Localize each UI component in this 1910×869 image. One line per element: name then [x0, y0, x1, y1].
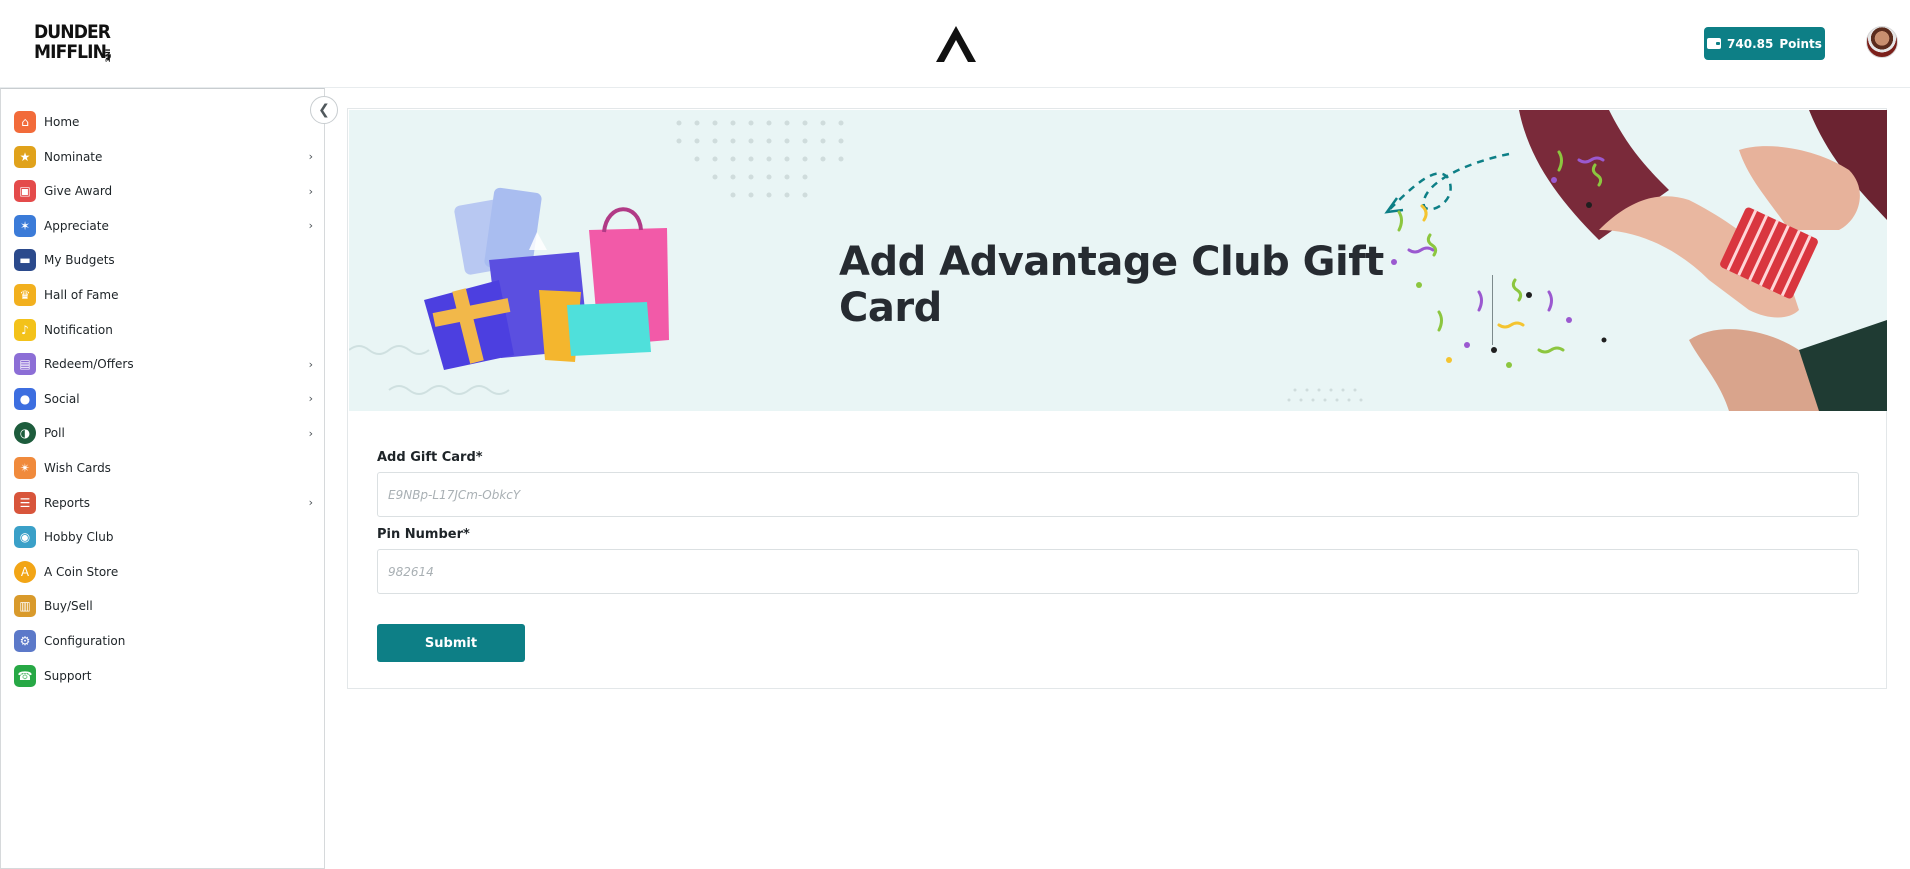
wallet-icon: ▬ [14, 249, 36, 272]
sidebar-item-my-budgets[interactable]: ▬ My Budgets [14, 246, 319, 274]
sidebar-item-label: Social [44, 391, 80, 406]
chevron-right-icon: › [308, 150, 313, 164]
sidebar-item-label: Give Award [44, 184, 113, 199]
chevron-right-icon: › [308, 392, 313, 406]
gift-card-input[interactable] [377, 472, 1859, 517]
party-popper-icon: ✴ [14, 457, 36, 479]
chevron-right-icon: › [308, 184, 313, 198]
gift-card-form-card: Add Advantage Club Gift Card Add Gift Ca… [347, 108, 1887, 689]
logo-suffix: INC [103, 48, 112, 63]
chevron-right-icon: › [308, 357, 313, 371]
logo-line-1: DUNDER [34, 21, 111, 43]
sidebar-item-hobby-club[interactable]: ◉ Hobby Club [14, 523, 319, 551]
clipboard-icon: ☰ [14, 491, 36, 514]
pin-number-input[interactable] [377, 549, 1859, 594]
sidebar-item-label: Home [44, 115, 80, 129]
sidebar-item-label: Appreciate [44, 218, 109, 233]
sidebar-item-home[interactable]: ⌂ Home [14, 108, 319, 136]
sidebar-item-poll[interactable]: ◑ Poll › [14, 419, 319, 447]
wallet-icon [1707, 38, 1722, 49]
poll-icon: ◑ [14, 422, 36, 445]
coin-icon: A [14, 560, 36, 583]
sidebar-item-label: Wish Cards [44, 461, 111, 475]
advantage-club-logo-icon[interactable] [934, 24, 978, 64]
sidebar-item-label: Hall of Fame [44, 288, 119, 302]
sidebar-item-label: Reports [44, 495, 91, 510]
home-icon: ⌂ [14, 111, 36, 133]
banner-divider [1492, 275, 1493, 345]
banner-title: Add Advantage Club Gift Card [839, 239, 1384, 331]
top-header: DUNDER MIFFLIN, INC 740.85 Points [0, 0, 1910, 88]
company-logo[interactable]: DUNDER MIFFLIN, INC [34, 21, 113, 68]
sidebar-item-configuration[interactable]: ⚙ Configuration [14, 627, 319, 655]
points-value: 740.85 [1727, 36, 1774, 51]
sidebar-item-label: Nominate [44, 149, 103, 164]
pin-number-label: Pin Number* [377, 527, 470, 542]
submit-button[interactable]: Submit [377, 624, 525, 662]
points-label: Points [1779, 36, 1822, 51]
sidebar-item-reports[interactable]: ☰ Reports › [14, 489, 319, 517]
bell-icon: ♪ [14, 318, 36, 341]
shopping-bags-icon: ▥ [14, 595, 36, 618]
logo-line-2: MIFFLIN, [34, 41, 113, 63]
sidebar-item-redeem-offers[interactable]: ▤ Redeem/Offers › [14, 350, 319, 378]
phone-icon: ☎ [14, 664, 36, 687]
config-icon: ⚙ [14, 630, 36, 652]
sidebar-item-hall-of-fame[interactable]: ♛ Hall of Fame [14, 281, 319, 309]
sidebar-item-appreciate[interactable]: ✶ Appreciate › [14, 212, 319, 240]
sidebar-item-notification[interactable]: ♪ Notification [14, 316, 319, 344]
sidebar-item-social[interactable]: ● Social › [14, 385, 319, 413]
sidebar-item-a-coin-store[interactable]: A A Coin Store [14, 558, 319, 586]
banner: Add Advantage Club Gift Card [349, 110, 1887, 411]
sidebar-item-label: Poll [44, 426, 65, 441]
sidebar-item-buy-sell[interactable]: ▥ Buy/Sell [14, 592, 319, 620]
sidebar-item-label: A Coin Store [44, 564, 119, 579]
palette-icon: ◉ [14, 526, 36, 549]
medal-icon: ✶ [14, 214, 36, 237]
chevron-left-icon: ❮ [318, 102, 330, 118]
gift-card-label: Add Gift Card* [377, 450, 483, 465]
crown-icon: ♛ [14, 284, 36, 306]
sidebar-item-nominate[interactable]: ★ Nominate › [14, 143, 319, 171]
sidebar-item-wish-cards[interactable]: ✴ Wish Cards [14, 454, 319, 482]
points-balance-button[interactable]: 740.85 Points [1704, 27, 1825, 60]
sidebar-item-label: Hobby Club [44, 530, 114, 545]
sidebar-item-label: Redeem/Offers [44, 357, 134, 372]
sidebar-item-label: Configuration [44, 634, 126, 648]
chevron-right-icon: › [308, 496, 313, 510]
trophy-icon: ★ [14, 145, 36, 168]
sidebar-item-support[interactable]: ☎ Support [14, 662, 319, 690]
user-avatar[interactable] [1866, 26, 1898, 58]
sidebar-item-give-award[interactable]: ▣ Give Award › [14, 177, 319, 205]
sidebar-item-label: My Budgets [44, 253, 115, 268]
sidebar-item-label: Notification [44, 322, 113, 337]
chevron-right-icon: › [308, 219, 313, 233]
chevron-right-icon: › [308, 426, 313, 440]
sidebar-item-label: Support [44, 668, 92, 683]
thumbs-up-icon: ● [14, 387, 36, 410]
sidebar-item-label: Buy/Sell [44, 599, 93, 614]
gift-icon: ▣ [14, 180, 36, 203]
coupon-icon: ▤ [14, 353, 36, 376]
